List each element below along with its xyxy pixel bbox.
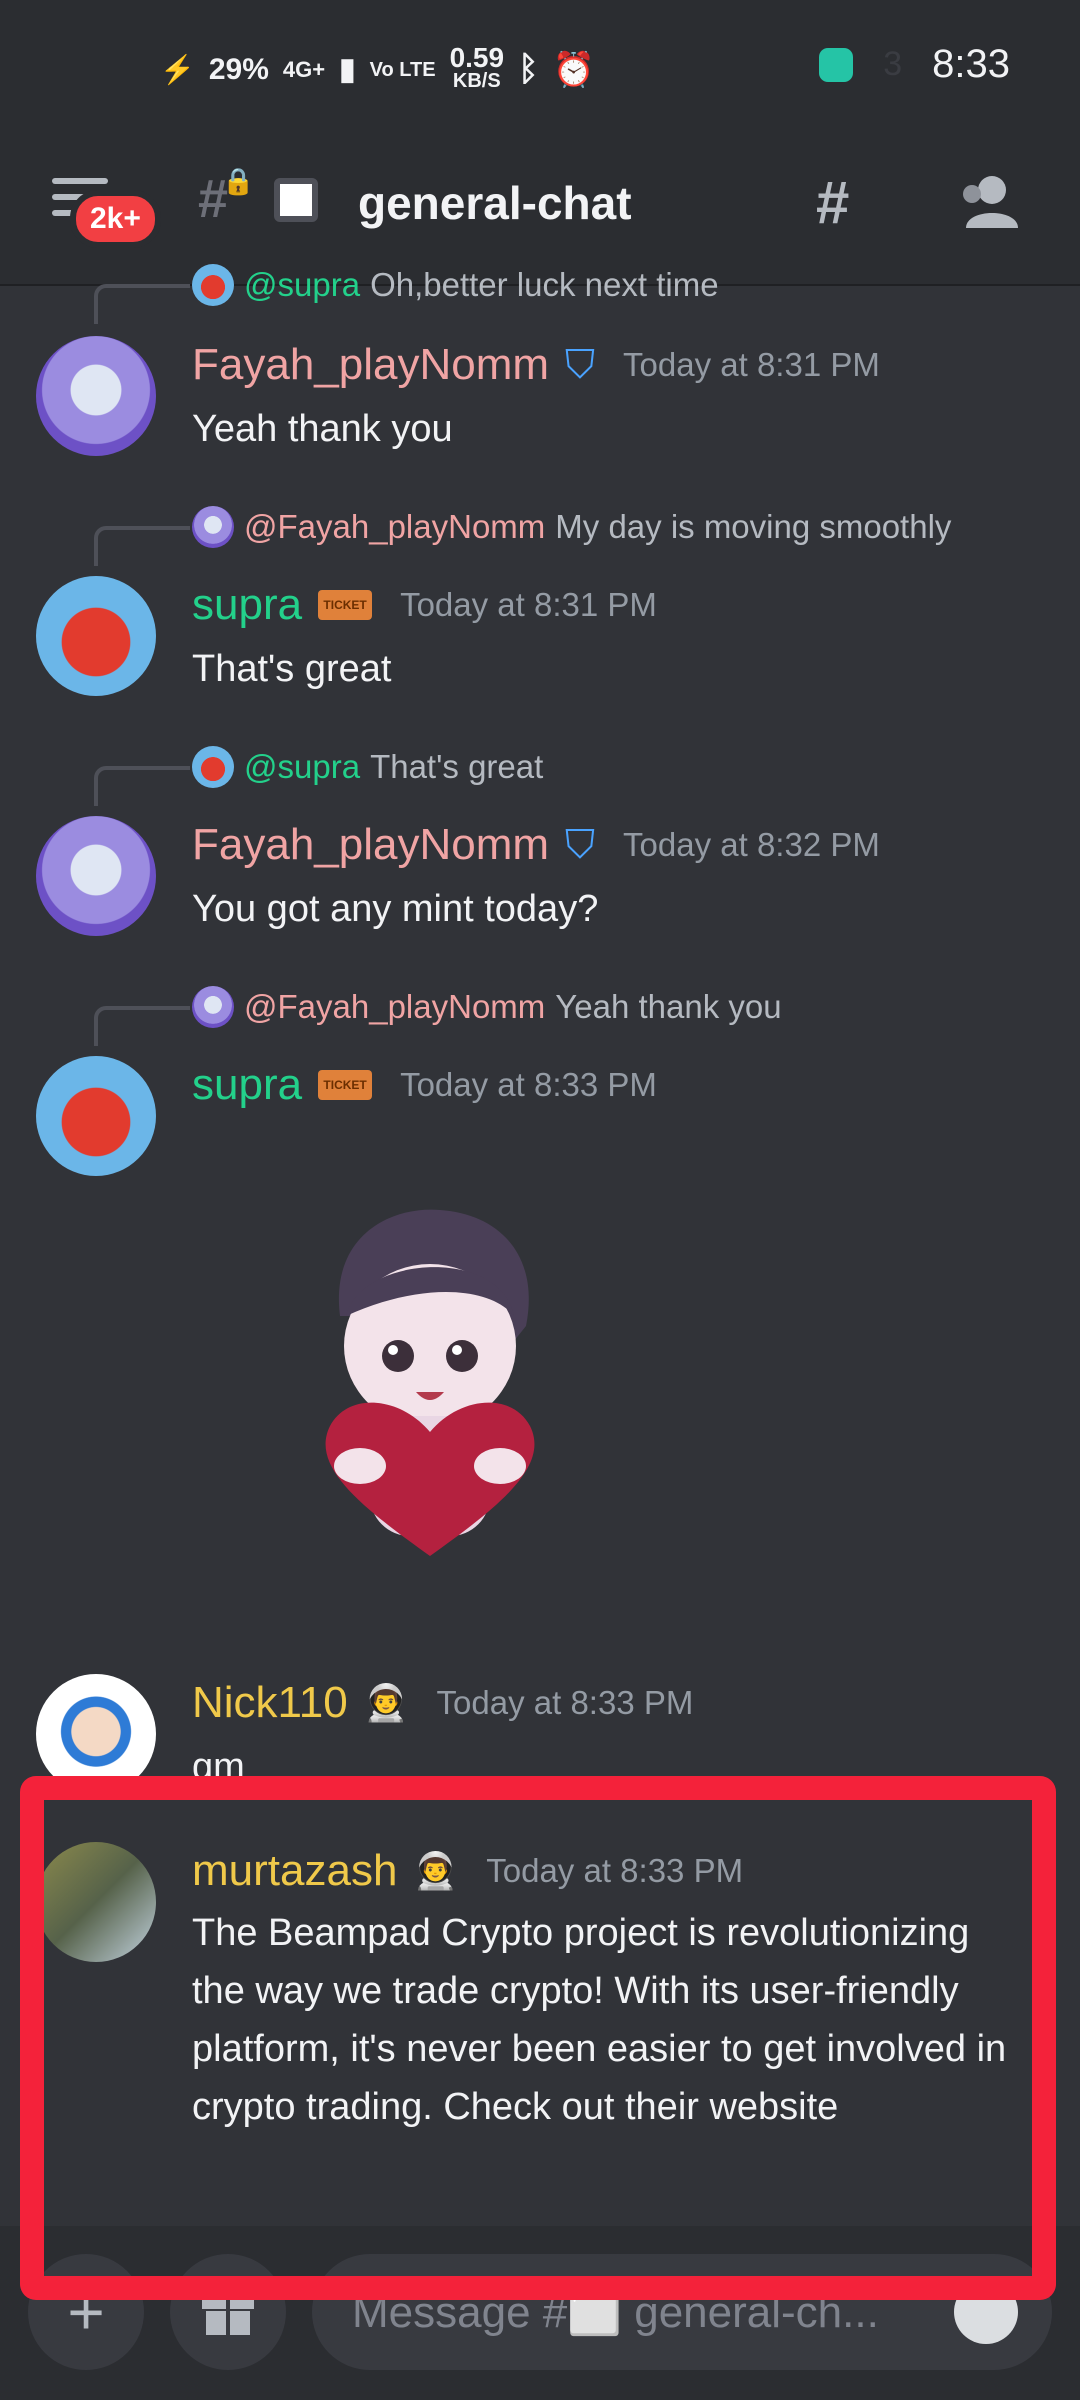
username[interactable]: Nick110 <box>192 1678 348 1728</box>
volte-indicator: Vo LTE <box>369 58 436 81</box>
avatar[interactable] <box>36 576 156 696</box>
reply-text: My day is moving smoothly <box>555 508 952 545</box>
message-header: supra TICKET Today at 8:31 PM <box>192 580 657 630</box>
channel-title[interactable]: general-chat <box>358 176 632 230</box>
network-speed-unit: KB/S <box>452 70 501 92</box>
timestamp: Today at 8:31 PM <box>400 586 657 623</box>
reply-text: That's great <box>370 748 544 785</box>
square-emoji-icon <box>274 178 318 222</box>
message-text: Yeah thank you <box>192 408 453 450</box>
network-speed-value: 0.59 <box>449 42 505 73</box>
ticket-icon: TICKET <box>318 590 373 620</box>
reply-avatar <box>192 506 234 548</box>
shield-icon: ⛉ <box>565 822 596 867</box>
notification-ghost-icon: 3 <box>883 45 903 83</box>
battery-percent: 29% <box>208 52 269 86</box>
signal-icon: ▮ <box>339 53 356 86</box>
timestamp: Today at 8:32 PM <box>623 826 880 863</box>
bluetooth-icon: ᛒ <box>518 50 539 88</box>
avatar[interactable] <box>36 336 156 456</box>
network-speed: 0.59 KB/S <box>450 44 505 92</box>
clock: 8:33 <box>932 42 1010 86</box>
status-left: ⚡ 29% 4G+ ▮ Vo LTE 0.59 KB/S ᛒ ⏰ <box>160 44 595 92</box>
message-header: Fayah_playNomm ⛉ Today at 8:32 PM <box>192 820 880 870</box>
username[interactable]: supra <box>192 580 302 630</box>
reply-preview[interactable]: @Fayah_playNomm My day is moving smoothl… <box>192 504 951 550</box>
ticket-icon: TICKET <box>318 1070 373 1100</box>
reply-text: Oh,better luck next time <box>370 266 719 303</box>
timestamp: Today at 8:31 PM <box>623 346 880 383</box>
members-icon[interactable] <box>954 172 1024 232</box>
lock-icon: 🔒 <box>222 166 255 196</box>
status-right: 3 8:33 <box>819 42 1010 87</box>
reply-avatar <box>192 986 234 1028</box>
reply-connector <box>94 284 190 324</box>
username[interactable]: Fayah_playNomm <box>192 340 549 390</box>
status-bar: ⚡ 29% 4G+ ▮ Vo LTE 0.59 KB/S ᛒ ⏰ 3 8:33 <box>0 0 1080 138</box>
message-header: Nick110 👨‍🚀 Today at 8:33 PM <box>192 1678 693 1728</box>
avatar[interactable] <box>36 816 156 936</box>
reply-preview[interactable]: @supra Oh,better luck next time <box>192 262 719 308</box>
avatar[interactable] <box>36 1056 156 1176</box>
reply-mention[interactable]: @Fayah_playNomm <box>244 988 545 1026</box>
reply-connector <box>94 526 190 566</box>
charging-icon: ⚡ <box>160 54 195 85</box>
reply-preview[interactable]: @supra That's great <box>192 744 543 790</box>
username[interactable]: supra <box>192 1060 302 1110</box>
message-header: supra TICKET Today at 8:33 PM <box>192 1060 657 1110</box>
reply-mention[interactable]: @supra <box>244 266 360 304</box>
reply-connector <box>94 1006 190 1046</box>
network-type: 4G+ <box>282 56 326 82</box>
alarm-icon: ⏰ <box>552 50 595 89</box>
timestamp: Today at 8:33 PM <box>400 1066 657 1103</box>
username[interactable]: Fayah_playNomm <box>192 820 549 870</box>
notification-app-icon <box>819 47 854 82</box>
reply-avatar <box>192 746 234 788</box>
message-header: Fayah_playNomm ⛉ Today at 8:31 PM <box>192 340 880 390</box>
reply-mention[interactable]: @Fayah_playNomm <box>244 508 545 546</box>
reply-mention[interactable]: @supra <box>244 748 360 786</box>
astronaut-icon: 👨‍🚀 <box>363 1682 409 1723</box>
highlight-box <box>20 1776 1056 2300</box>
timestamp: Today at 8:33 PM <box>436 1684 694 1721</box>
reply-avatar <box>192 264 234 306</box>
reply-text: Yeah thank you <box>555 988 782 1025</box>
threads-icon[interactable]: # <box>816 168 849 237</box>
reply-connector <box>94 766 190 806</box>
message-text: That's great <box>192 648 392 690</box>
reply-preview[interactable]: @Fayah_playNomm Yeah thank you <box>192 984 782 1030</box>
sticker-image[interactable] <box>300 1196 560 1576</box>
unread-badge: 2k+ <box>70 190 161 248</box>
shield-icon: ⛉ <box>565 342 596 387</box>
message-text: You got any mint today? <box>192 888 599 930</box>
